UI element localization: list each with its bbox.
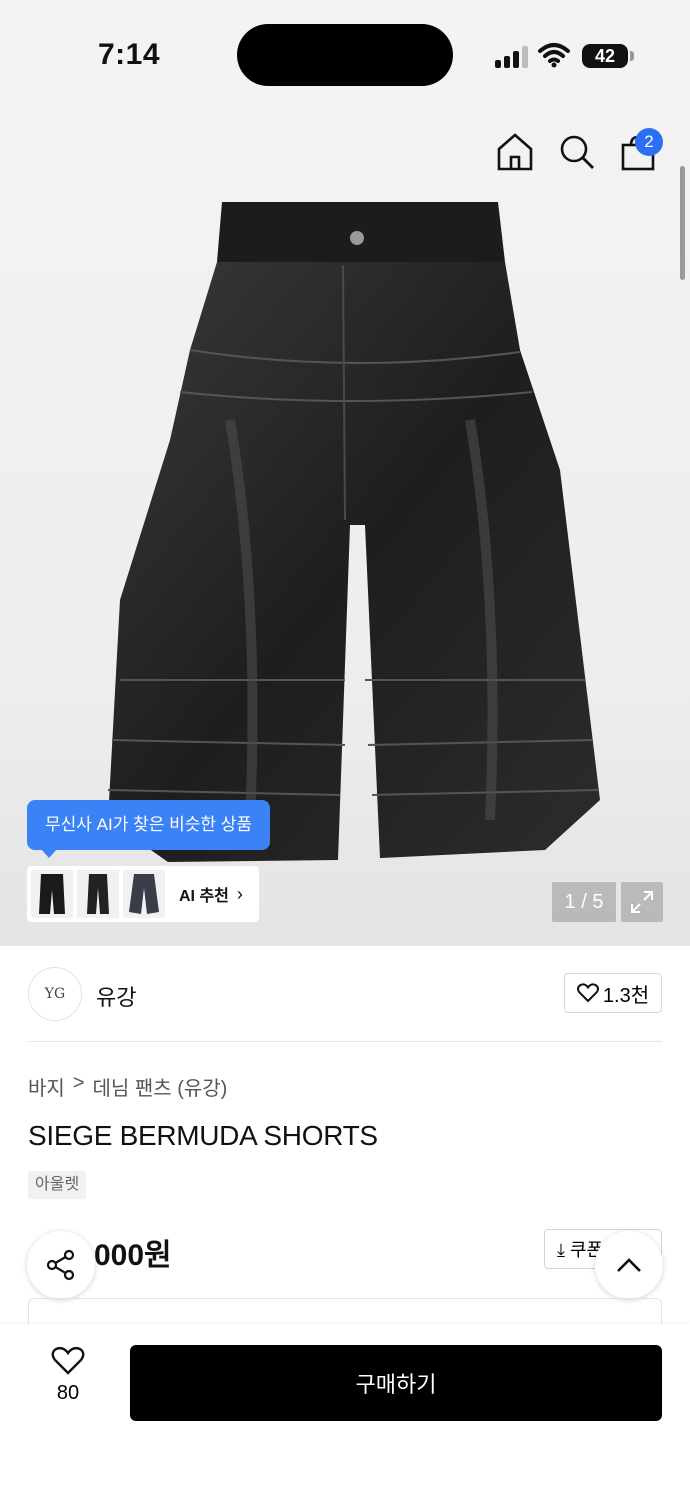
brand-like-count: 1.3천 bbox=[602, 984, 650, 1007]
wishlist-count: 80 bbox=[56, 1382, 80, 1404]
breadcrumb-subcategory[interactable]: 데님 팬츠 (유강) bbox=[93, 1072, 228, 1101]
dynamic-island bbox=[237, 24, 453, 86]
ai-thumbnail[interactable] bbox=[123, 870, 165, 918]
buy-button[interactable]: 구매하기 bbox=[130, 1345, 662, 1421]
brand-logo[interactable]: YG bbox=[28, 967, 82, 1021]
product-title: SIEGE BERMUDA SHORTS bbox=[28, 1120, 378, 1151]
chevron-right-icon: › bbox=[236, 883, 243, 904]
brand-name[interactable]: 유강 bbox=[96, 980, 136, 1012]
scroll-to-top-button[interactable] bbox=[595, 1231, 663, 1299]
heart-icon bbox=[576, 983, 599, 1003]
ai-recommendation-tooltip: 무신사 AI가 찾은 비슷한 상품 bbox=[27, 800, 270, 858]
search-icon bbox=[560, 135, 594, 169]
brand-like-button[interactable]: 1.3천 bbox=[564, 973, 662, 1013]
image-page-indicator: 1 / 5 bbox=[552, 882, 616, 922]
outlet-tag: 아울렛 bbox=[28, 1171, 87, 1199]
ai-thumbnail[interactable] bbox=[77, 870, 119, 918]
expand-icon bbox=[631, 891, 653, 913]
share-button[interactable] bbox=[27, 1231, 95, 1299]
home-button[interactable] bbox=[496, 132, 534, 172]
scrollbar[interactable] bbox=[680, 166, 685, 280]
signal-icon bbox=[495, 46, 529, 68]
breadcrumb-category[interactable]: 바지 bbox=[28, 1072, 65, 1101]
ai-thumbnail[interactable] bbox=[31, 870, 73, 918]
battery-icon: 42 bbox=[582, 44, 628, 68]
cart-count-badge: 2 bbox=[635, 128, 663, 156]
breadcrumb-separator: > bbox=[72, 1072, 85, 1094]
divider bbox=[28, 1041, 662, 1042]
breadcrumb: 바지 > 데님 팬츠 (유강) bbox=[28, 1072, 227, 1101]
ai-recommendation-strip[interactable]: AI 추천 › bbox=[27, 866, 259, 922]
status-time: 7:14 bbox=[98, 38, 161, 71]
expand-image-button[interactable] bbox=[621, 882, 663, 922]
wishlist-button[interactable]: 80 bbox=[36, 1346, 100, 1416]
ai-recommend-label: AI 추천 bbox=[179, 888, 229, 905]
download-icon: ⤓ bbox=[557, 1240, 565, 1260]
battery-nub bbox=[630, 51, 634, 61]
chevron-up-icon bbox=[617, 1258, 641, 1272]
status-bar: 7:14 42 bbox=[0, 0, 690, 166]
heart-icon bbox=[51, 1346, 85, 1375]
wifi-icon bbox=[538, 43, 570, 68]
share-icon bbox=[46, 1249, 75, 1281]
search-button[interactable] bbox=[558, 132, 596, 172]
home-icon bbox=[497, 133, 533, 171]
